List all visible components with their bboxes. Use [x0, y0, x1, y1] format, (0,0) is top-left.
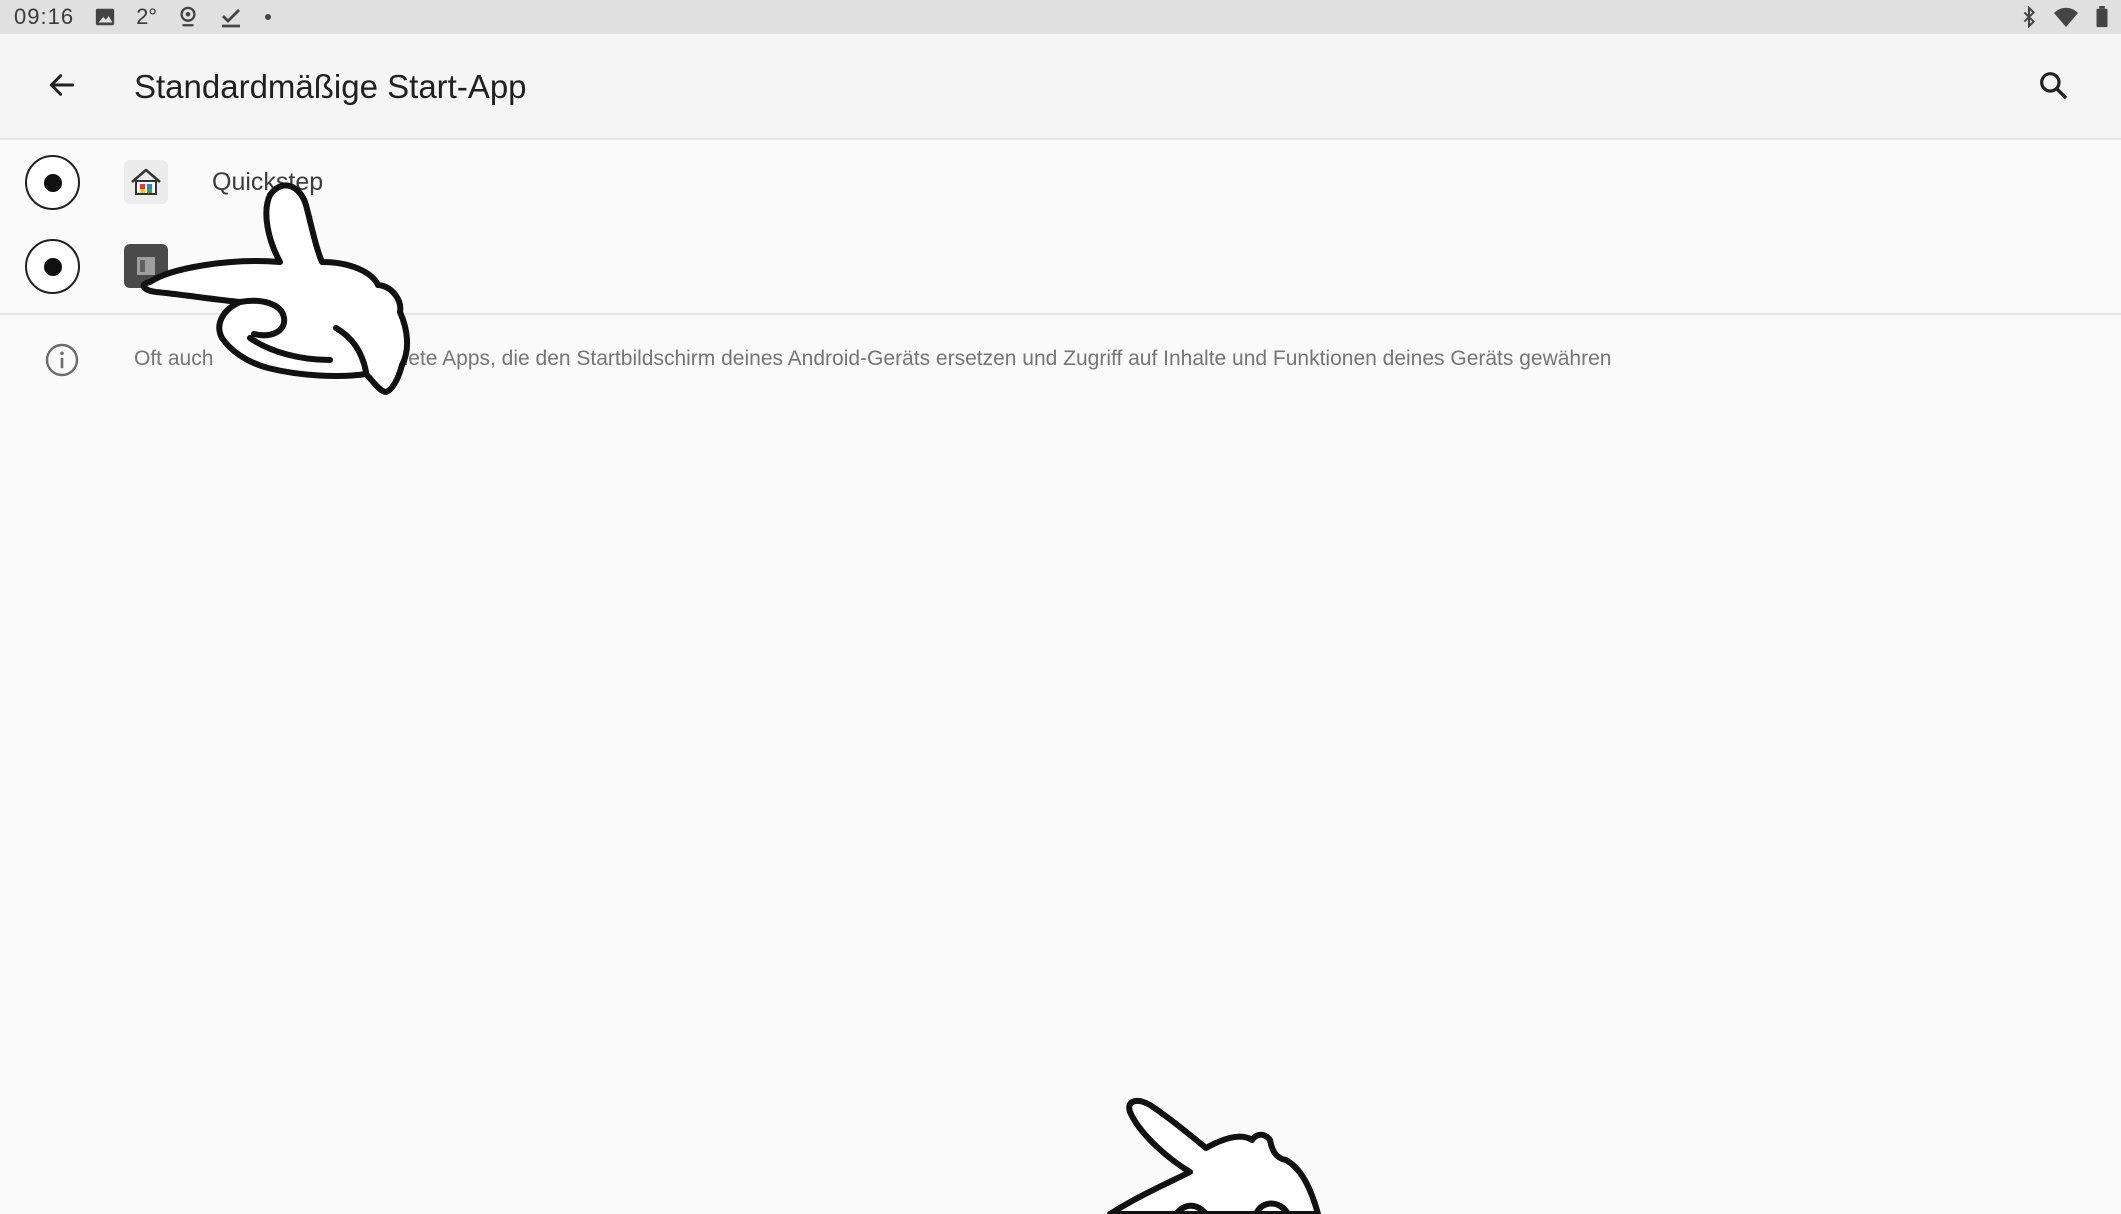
search-button[interactable]: [2031, 65, 2075, 109]
radio-button-selected[interactable]: [25, 239, 80, 294]
wifi-icon: [2053, 6, 2079, 28]
bluetooth-icon: [2021, 6, 2037, 28]
back-button[interactable]: [40, 65, 84, 109]
dot-icon: [263, 12, 273, 22]
list-item-quickstep[interactable]: Quickstep: [0, 140, 2121, 224]
home-icon: [124, 160, 168, 204]
app-icon: [124, 244, 168, 288]
info-text: Oft auch ezeichnete Apps, die den Startb…: [134, 347, 1612, 370]
status-bar-left: 09:16 2°: [0, 4, 273, 30]
divider: [0, 313, 2121, 315]
radio-button-selected[interactable]: [25, 155, 80, 210]
app-label: Quickstep: [212, 168, 324, 196]
screen: 09:16 2° Standardmäßige Start-App Quicks…: [0, 0, 2121, 1214]
status-temperature: 2°: [136, 4, 158, 29]
info-icon: [44, 342, 80, 378]
status-time: 09:16: [14, 4, 75, 29]
image-icon: [94, 6, 116, 28]
arrow-back-icon: [46, 69, 78, 106]
pointing-hand-partial: [1107, 1097, 1321, 1214]
download-done-icon: [219, 6, 243, 28]
battery-icon: [2095, 6, 2109, 28]
location-icon: [177, 5, 199, 29]
status-bar: 09:16 2°: [0, 0, 2121, 34]
status-bar-right: [2021, 0, 2109, 34]
radio-dot: [43, 173, 62, 192]
list-item-app[interactable]: [0, 224, 2121, 308]
radio-dot: [43, 257, 62, 276]
search-icon: [2037, 69, 2069, 106]
app-bar: Standardmäßige Start-App: [0, 34, 2121, 140]
page-title: Standardmäßige Start-App: [134, 68, 527, 105]
info-footer: Oft auch ezeichnete Apps, die den Startb…: [0, 330, 2121, 390]
